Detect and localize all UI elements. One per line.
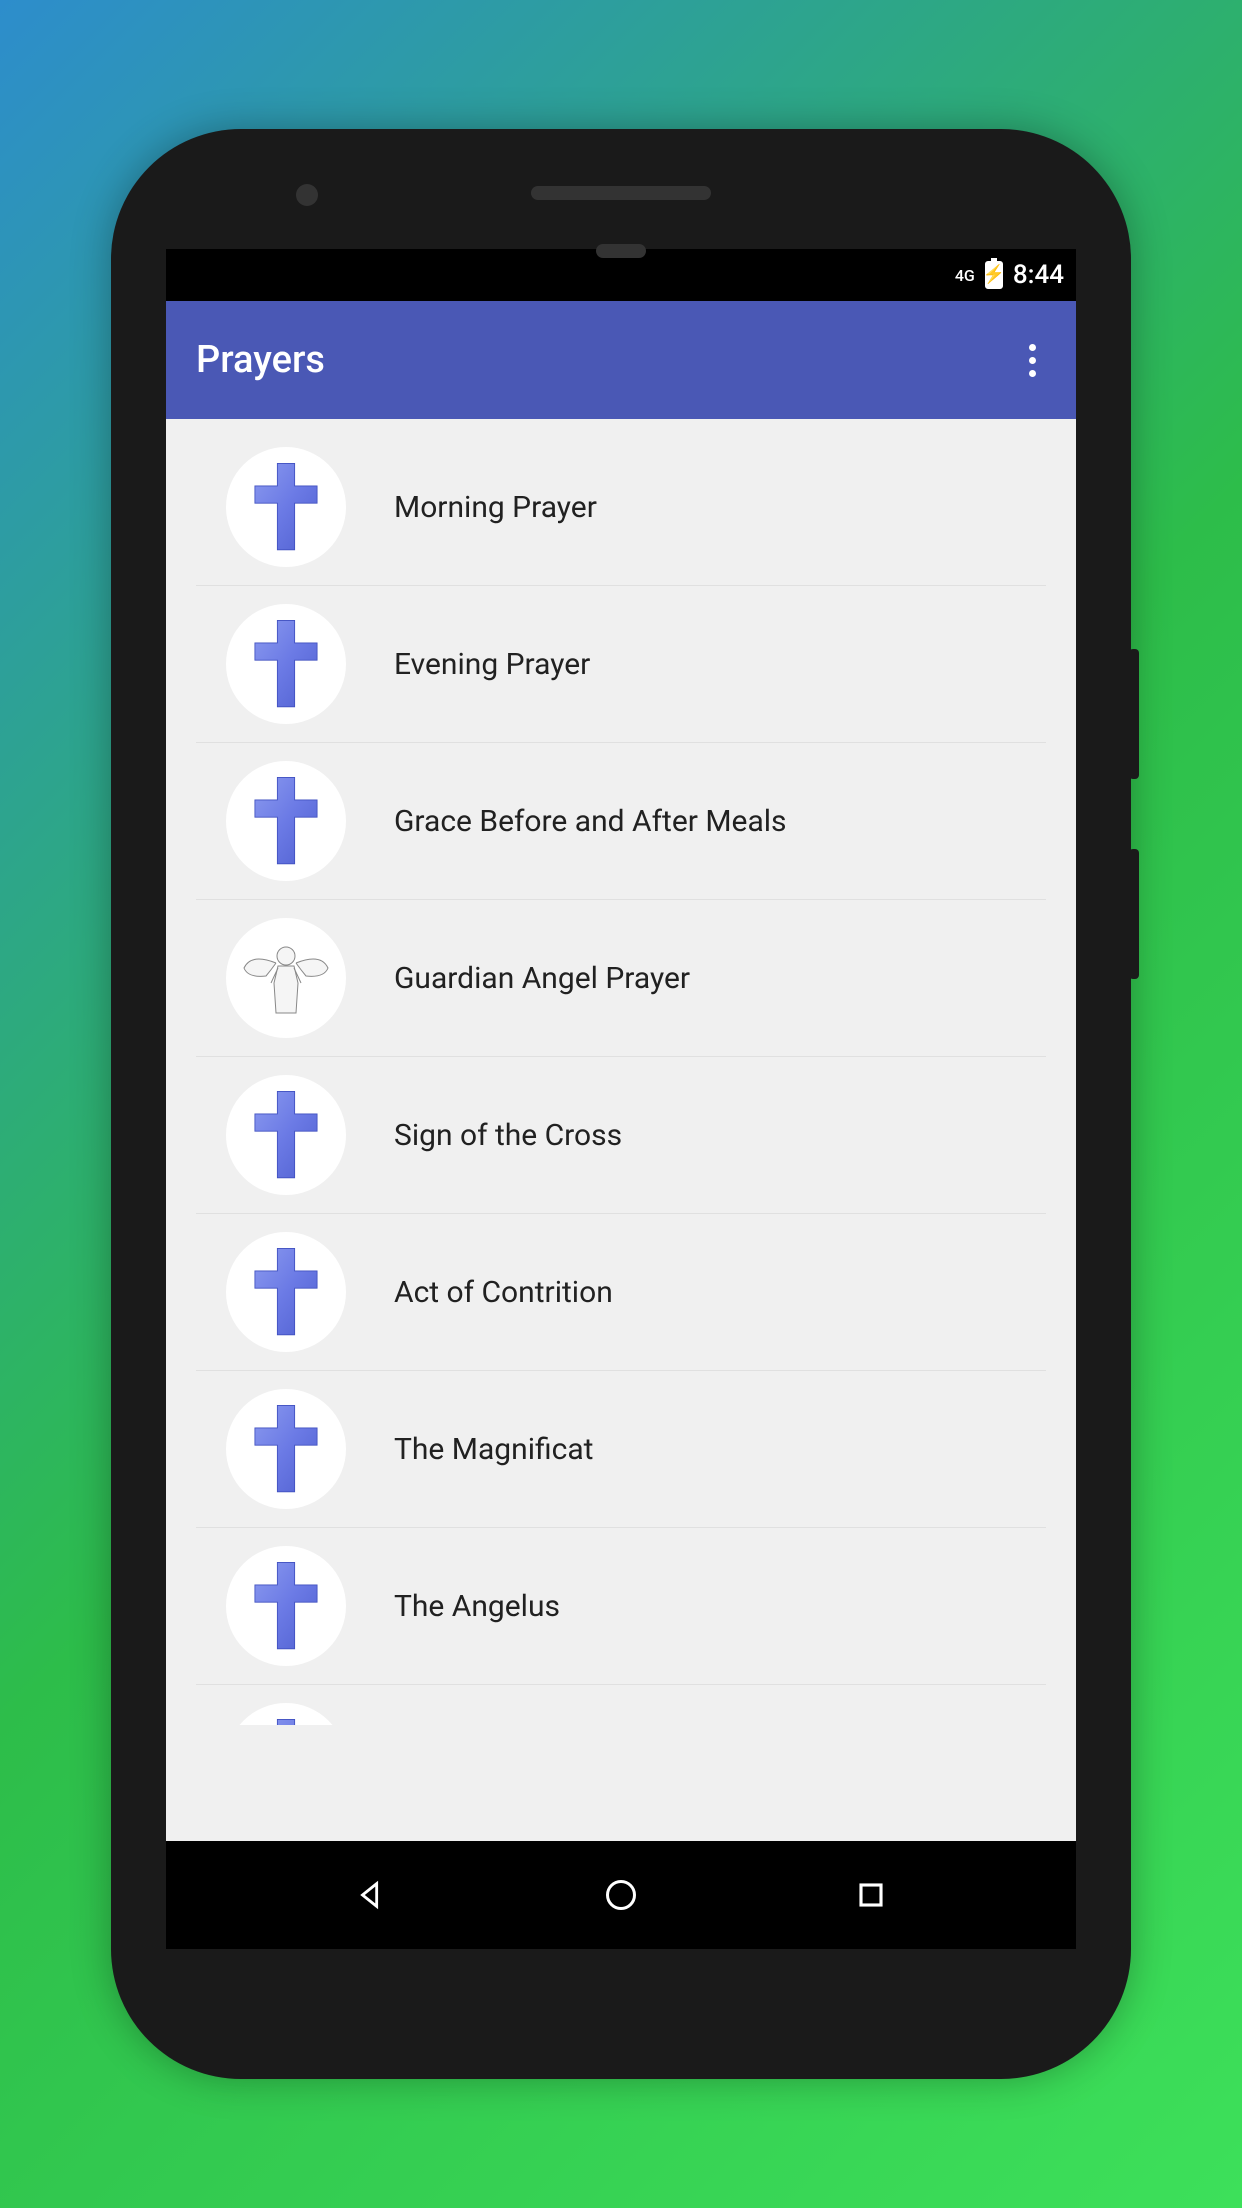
phone-volume-up xyxy=(1129,649,1139,779)
cross-icon xyxy=(226,761,346,881)
cross-icon xyxy=(226,1389,346,1509)
list-item[interactable]: Act of Contrition xyxy=(196,1214,1046,1371)
cross-icon xyxy=(226,1232,346,1352)
list-item-label: Evening Prayer xyxy=(394,647,590,682)
list-item[interactable]: The Angelus xyxy=(196,1528,1046,1685)
list-item[interactable]: Evening Prayer xyxy=(196,586,1046,743)
list-item-label: Act of Contrition xyxy=(394,1275,613,1310)
list-item[interactable]: Guardian Angel Prayer xyxy=(196,900,1046,1057)
overflow-menu-button[interactable] xyxy=(1019,334,1046,387)
list-item[interactable] xyxy=(196,1685,1046,1725)
cross-icon xyxy=(226,604,346,724)
list-item[interactable]: Morning Prayer xyxy=(196,423,1046,586)
list-item-label: Guardian Angel Prayer xyxy=(394,961,690,996)
phone-frame: 4G ⚡ 8:44 Prayers Morning Prayer xyxy=(111,129,1131,2079)
battery-icon: ⚡ xyxy=(985,261,1003,289)
list-item-label: Morning Prayer xyxy=(394,490,597,525)
app-bar: Prayers xyxy=(166,301,1076,419)
phone-camera xyxy=(296,184,318,206)
recent-apps-button[interactable] xyxy=(851,1875,891,1915)
list-item-label: The Angelus xyxy=(394,1589,560,1624)
cross-icon xyxy=(226,447,346,567)
phone-speaker xyxy=(531,186,711,200)
list-item[interactable]: The Magnificat xyxy=(196,1371,1046,1528)
list-item[interactable]: Grace Before and After Meals xyxy=(196,743,1046,900)
clock: 8:44 xyxy=(1013,260,1064,290)
list-item-label: The Magnificat xyxy=(394,1432,593,1467)
screen: 4G ⚡ 8:44 Prayers Morning Prayer xyxy=(166,249,1076,1949)
back-button[interactable] xyxy=(351,1875,391,1915)
home-button[interactable] xyxy=(601,1875,641,1915)
network-indicator: 4G xyxy=(955,266,975,285)
page-title: Prayers xyxy=(196,338,325,382)
cross-icon xyxy=(226,1703,346,1725)
phone-volume-down xyxy=(1129,849,1139,979)
list-item-label: Sign of the Cross xyxy=(394,1118,622,1153)
prayer-list[interactable]: Morning Prayer Evening Prayer Grace Befo… xyxy=(166,419,1076,1841)
cross-icon xyxy=(226,1075,346,1195)
cross-icon xyxy=(226,1546,346,1666)
angel-icon xyxy=(226,918,346,1038)
navigation-bar xyxy=(166,1841,1076,1949)
list-item-label: Grace Before and After Meals xyxy=(394,804,787,839)
phone-sensor xyxy=(596,244,646,258)
list-item[interactable]: Sign of the Cross xyxy=(196,1057,1046,1214)
